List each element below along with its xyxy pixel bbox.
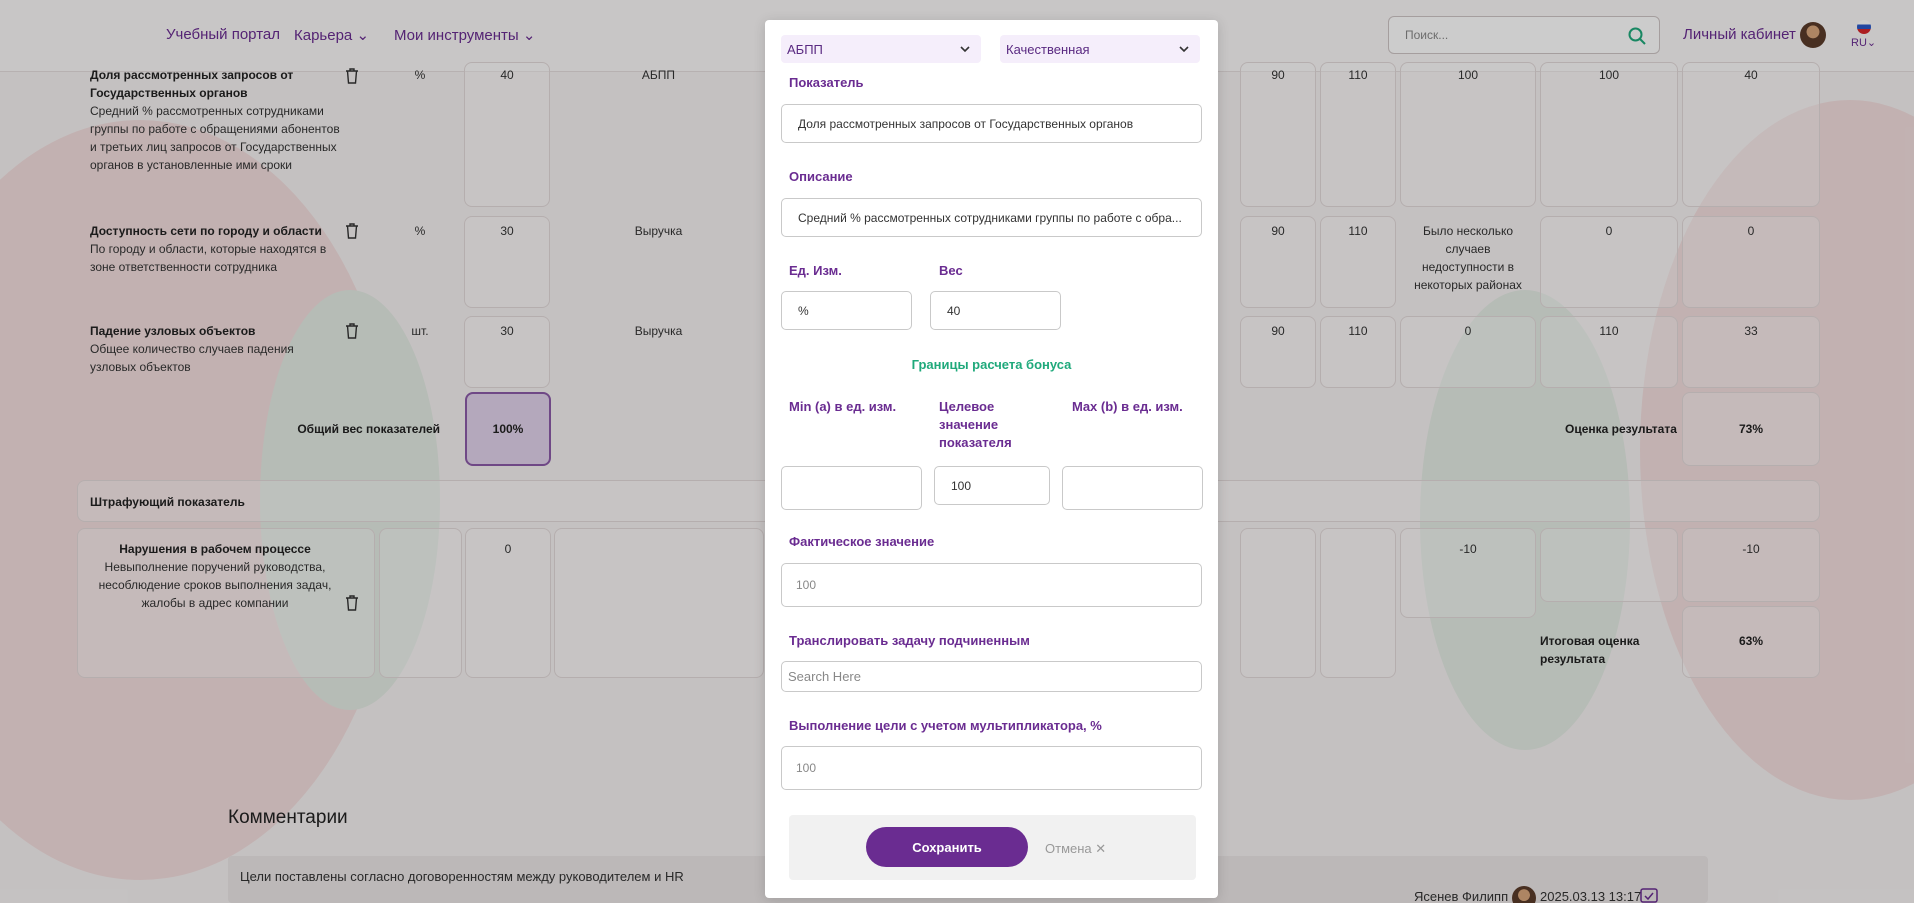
target-label: Целевое значение показателя bbox=[939, 399, 1012, 450]
fact-label: Фактическое значение bbox=[789, 534, 935, 549]
edit-indicator-modal: АБПП Качественная Показатель Доля рассмо… bbox=[765, 20, 1218, 898]
fact-input[interactable]: 100 bbox=[781, 563, 1202, 607]
bonus-bounds-title: Границы расчета бонуса bbox=[911, 357, 1072, 372]
broadcast-search-input[interactable]: Search Here bbox=[781, 661, 1202, 692]
save-button[interactable]: Сохранить bbox=[866, 827, 1028, 867]
unit-input[interactable]: % bbox=[781, 291, 912, 330]
modal-footer: Сохранить Отмена ✕ bbox=[789, 815, 1196, 880]
weight-input[interactable]: 40 bbox=[930, 291, 1061, 330]
chevron-down-icon bbox=[960, 46, 970, 53]
min-input[interactable] bbox=[781, 466, 922, 510]
indicator-label: Показатель bbox=[789, 75, 864, 90]
source-select[interactable]: АБПП bbox=[781, 35, 981, 63]
broadcast-label: Транслировать задачу подчиненным bbox=[789, 633, 1030, 648]
max-input[interactable] bbox=[1062, 466, 1203, 510]
description-label: Описание bbox=[789, 169, 853, 184]
description-input[interactable]: Средний % рассмотренных сотрудниками гру… bbox=[781, 198, 1202, 237]
chevron-down-icon bbox=[1179, 46, 1189, 53]
completion-label: Выполнение цели с учетом мультипликатора… bbox=[789, 718, 1102, 733]
unit-label: Ед. Изм. bbox=[789, 263, 842, 278]
type-select[interactable]: Качественная bbox=[1000, 35, 1200, 63]
max-label: Max (b) в ед. изм. bbox=[1072, 399, 1183, 414]
indicator-input[interactable]: Доля рассмотренных запросов от Государст… bbox=[781, 104, 1202, 143]
type-select-value: Качественная bbox=[1006, 42, 1090, 57]
source-select-value: АБПП bbox=[787, 42, 823, 57]
cancel-button[interactable]: Отмена ✕ bbox=[1045, 841, 1106, 857]
completion-input[interactable]: 100 bbox=[781, 746, 1202, 790]
min-label: Min (a) в ед. изм. bbox=[789, 399, 897, 414]
weight-label: Вес bbox=[939, 263, 963, 278]
target-input[interactable]: 100 bbox=[934, 466, 1050, 505]
